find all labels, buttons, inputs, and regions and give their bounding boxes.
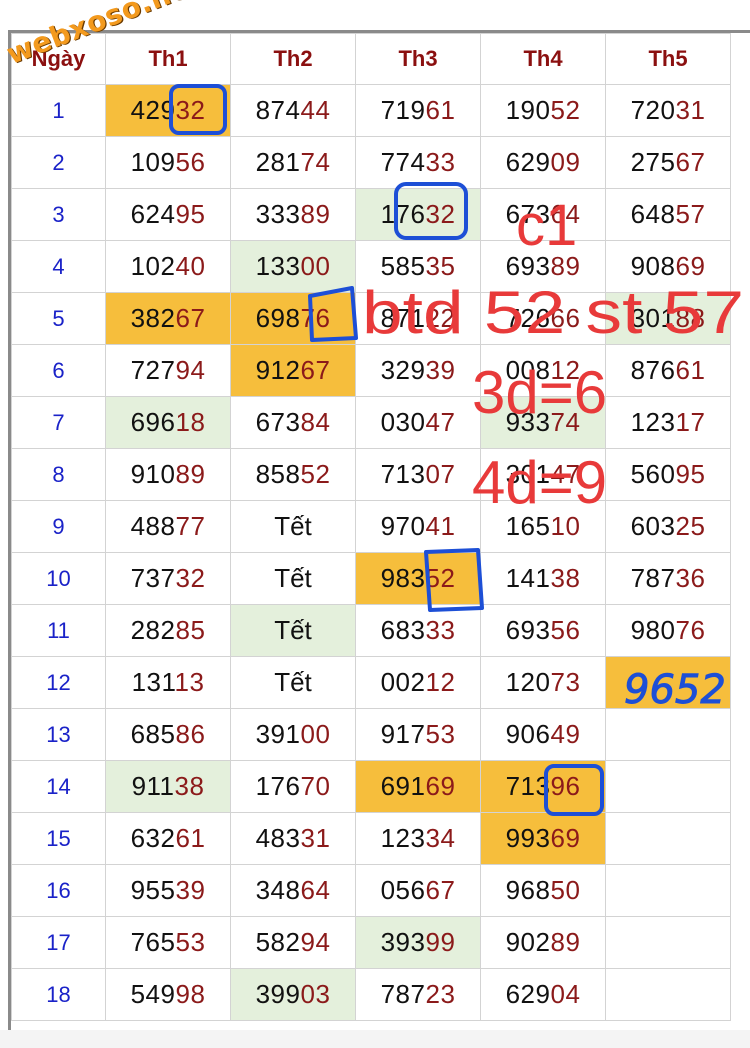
marker-box-day3-th3 [394,182,468,240]
marker-box-day5-th2 [308,286,358,342]
handwritten-9652: 9652 [624,667,726,713]
annotation-3d: 3d=6 [472,359,607,426]
marker-box-day14-th4 [544,764,604,816]
annotation-c1: c1 [516,193,577,258]
annotation-4d: 4d=9 [472,449,607,516]
marker-box-day1-th1 [169,84,227,135]
annotation-overlay: c1 btd 52 st 57 3d=6 4d=9 9652 [169,84,744,816]
marker-box-day10-th3 [424,548,484,612]
annotation-btd: btd 52 st 57 [362,279,744,346]
